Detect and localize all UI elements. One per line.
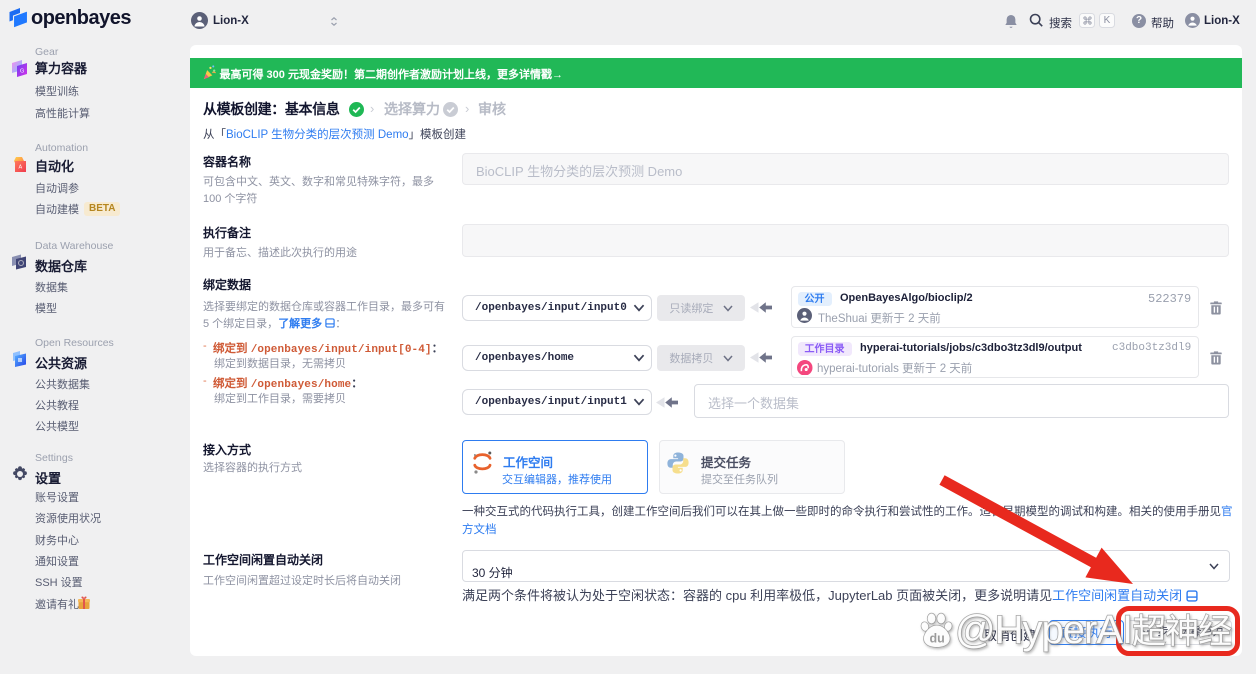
svg-text:G: G: [20, 69, 24, 75]
svg-text:du: du: [930, 632, 945, 646]
svg-text:@HyperAI超神经: @HyperAI超神经: [955, 608, 1231, 652]
svg-text:A: A: [19, 165, 23, 171]
